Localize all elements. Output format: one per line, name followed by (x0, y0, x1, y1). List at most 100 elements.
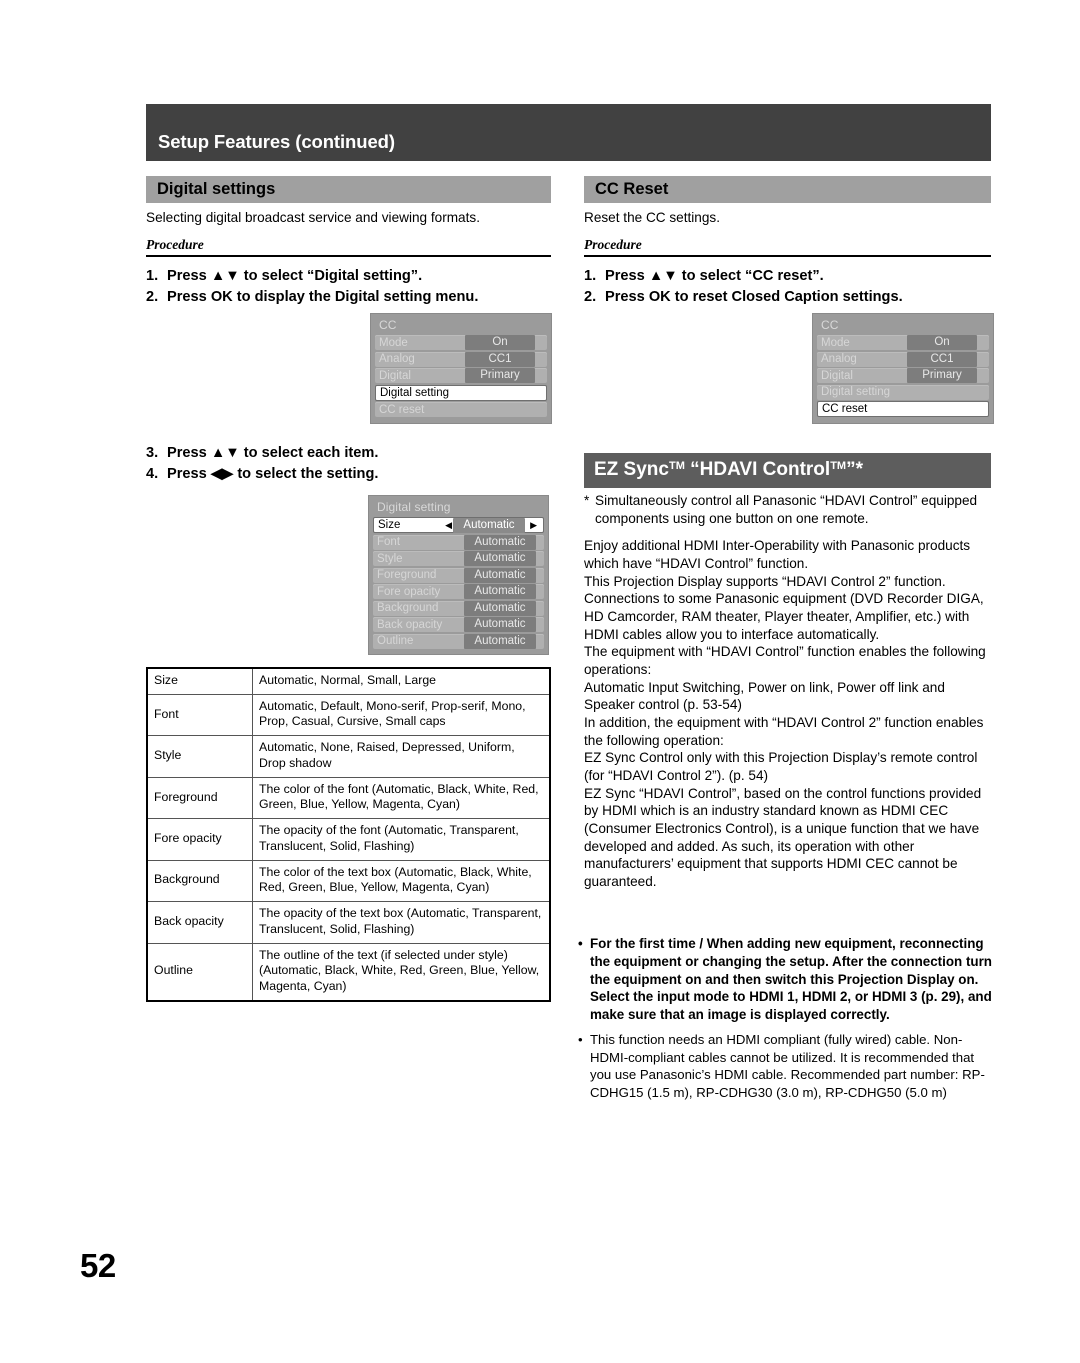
ez-sync-paragraph: Enjoy additional HDMI Inter-Operability … (584, 538, 971, 572)
osd-item-value: Primary (465, 368, 535, 383)
table-cell-key: Background (146, 859, 253, 903)
procedure-step: 3. Press ▲▼ to select each item. (146, 443, 551, 464)
step-text: Press ▲▼ to select “CC reset”. (605, 267, 824, 284)
osd-menu-item-digital-setting[interactable]: Digital setting (375, 384, 547, 401)
step-text: Press ◀▶ to select the setting. (167, 466, 379, 483)
procedure-steps-cc-reset: 1. Press ▲▼ to select “CC reset”. 2. Pre… (584, 266, 991, 309)
osd-item-value: Automatic (464, 534, 536, 550)
osd-item-value: CC1 (907, 351, 977, 367)
osd-item-label: Size (378, 519, 401, 531)
osd-cc-menu-right: CC Mode On Analog CC1 Digital Primary Di… (812, 313, 994, 424)
procedure-steps-digital-setting-menu: 3. Press ▲▼ to select each item. 4. Pres… (146, 443, 551, 486)
osd-menu-title: CC (821, 318, 839, 332)
table-row: Fore opacity The opacity of the font (Au… (146, 818, 551, 861)
page-number: 52 (80, 1247, 116, 1284)
ez-sync-name: EZ Sync (594, 459, 669, 480)
ez-sync-paragraph: EZ Sync Control only with this Projectio… (584, 750, 978, 784)
osd-menu-item-outline[interactable]: Outline Automatic (373, 633, 544, 649)
ez-sync-notes: • For the first time / When adding new e… (578, 935, 992, 1108)
osd-menu-item-mode[interactable]: Mode On (817, 335, 989, 350)
osd-menu-item-background[interactable]: Background Automatic (373, 600, 544, 616)
step-text: Press OK to reset Closed Caption setting… (605, 289, 903, 306)
osd-item-value: Primary (907, 368, 977, 383)
step-number: 1. (584, 267, 597, 284)
ez-sync-paragraph: The equipment with “HDAVI Control” funct… (584, 644, 986, 678)
ez-sync-paragraphs: Enjoy additional HDMI Inter-Operability … (584, 537, 992, 890)
manual-page: Setup Features (continued) Digital setti… (0, 0, 1080, 1363)
ez-sync-paragraph: Connections to some Panasonic equipment … (584, 591, 984, 642)
table-cell-value: The opacity of the text box (Automatic, … (252, 901, 551, 944)
arrow-left-icon[interactable]: ◀ (445, 518, 452, 534)
table-row: Background The color of the text box (Au… (146, 859, 551, 903)
note-item: • This function needs an HDMI compliant … (578, 1031, 992, 1101)
osd-digital-setting-menu: Digital setting Size ◀ Automatic ▶ Font … (368, 495, 549, 655)
procedure-label-left: Procedure (146, 236, 204, 252)
step-text: Press OK to display the Digital setting … (167, 289, 479, 306)
procedure-step: 1. Press ▲▼ to select “CC reset”. (584, 266, 991, 287)
procedure-step: 2. Press OK to display the Digital setti… (146, 287, 551, 308)
osd-menu-item-foreground[interactable]: Foreground Automatic (373, 567, 544, 583)
osd-item-label: Digital (379, 369, 411, 382)
table-row: Style Automatic, None, Raised, Depressed… (146, 735, 551, 778)
osd-item-label: CC reset (379, 403, 425, 416)
table-cell-value: Automatic, None, Raised, Depressed, Unif… (252, 735, 551, 778)
osd-menu-item-digital-setting[interactable]: Digital setting (817, 384, 989, 400)
osd-menu-item-cc-reset[interactable]: CC reset (817, 401, 989, 417)
osd-item-label: Digital setting (821, 386, 891, 398)
section-header-digital-settings: Digital settings (146, 176, 551, 203)
right-column: CC Reset Reset the CC settings. Procedur… (584, 176, 991, 309)
osd-item-value: On (907, 335, 977, 350)
digital-setting-options-table: Size Automatic, Normal, Small, Large Fon… (146, 667, 551, 1002)
table-cell-value: The opacity of the font (Automatic, Tran… (252, 818, 551, 861)
table-row: Font Automatic, Default, Mono-serif, Pro… (146, 693, 551, 737)
section-title-ez-sync: EZ SyncTM “HDAVI ControlTM”* (594, 459, 863, 481)
bullet-icon: • (578, 936, 583, 951)
trademark-symbol-1: TM (668, 460, 685, 472)
osd-item-label: Analog (821, 353, 857, 365)
table-cell-key: Fore opacity (146, 818, 253, 861)
table-cell-value: The outline of the text (if selected und… (252, 942, 551, 1002)
step-number: 2. (146, 289, 159, 306)
ez-sync-end: ”* (846, 459, 863, 480)
osd-item-label: Outline (377, 635, 414, 647)
arrow-right-icon[interactable]: ▶ (530, 518, 537, 534)
left-column: Digital settings Selecting digital broad… (146, 176, 551, 309)
osd-menu-item-cc-reset[interactable]: CC reset (375, 402, 547, 417)
table-row: Outline The outline of the text (if sele… (146, 942, 551, 1002)
osd-item-value: On (465, 335, 535, 350)
osd-item-label: CC reset (822, 403, 868, 415)
osd-item-label: Foreground (377, 569, 437, 581)
table-row: Foreground The color of the font (Automa… (146, 776, 551, 820)
osd-menu-item-size[interactable]: Size ◀ Automatic ▶ (373, 517, 544, 533)
osd-menu-item-digital[interactable]: Digital Primary (375, 368, 547, 383)
osd-item-label: Back opacity (377, 618, 443, 631)
osd-item-label: Style (377, 552, 403, 565)
osd-menu-item-mode[interactable]: Mode On (375, 335, 547, 350)
osd-menu-item-digital[interactable]: Digital Primary (817, 368, 989, 383)
osd-item-value: Automatic (464, 600, 536, 616)
table-row: Back opacity The opacity of the text box… (146, 901, 551, 944)
osd-item-label: Mode (379, 336, 408, 349)
osd-menu-item-style[interactable]: Style Automatic (373, 551, 544, 566)
osd-cc-menu-left: CC Mode On Analog CC1 Digital Primary Di… (370, 313, 552, 424)
osd-menu-item-fore-opacity[interactable]: Fore opacity Automatic (373, 584, 544, 599)
bullet-icon: • (578, 1032, 583, 1048)
table-cell-value: Automatic, Default, Mono-serif, Prop-ser… (252, 693, 551, 737)
note-text: This function needs an HDMI compliant (f… (590, 1032, 985, 1100)
section-title-digital-settings: Digital settings (157, 180, 276, 198)
table-cell-key: Back opacity (146, 901, 253, 944)
table-cell-value: Automatic, Normal, Small, Large (252, 667, 551, 695)
procedure-divider-right (584, 254, 991, 257)
page-title: Setup Features (continued) (158, 131, 395, 152)
ez-sync-paragraph: Automatic Input Switching, Power on link… (584, 679, 945, 713)
osd-menu-item-analog[interactable]: Analog CC1 (817, 351, 989, 367)
osd-menu-item-analog[interactable]: Analog CC1 (375, 351, 547, 367)
section-header-cc-reset: CC Reset (584, 176, 991, 203)
osd-item-label: Fore opacity (377, 585, 441, 598)
osd-menu-item-font[interactable]: Font Automatic (373, 534, 544, 550)
ez-sync-mid: “HDAVI Control (684, 459, 831, 480)
step-number: 1. (146, 267, 159, 284)
osd-menu-item-back-opacity[interactable]: Back opacity Automatic (373, 617, 544, 632)
table-cell-key: Size (146, 667, 253, 695)
procedure-step: 4. Press ◀▶ to select the setting. (146, 464, 551, 485)
